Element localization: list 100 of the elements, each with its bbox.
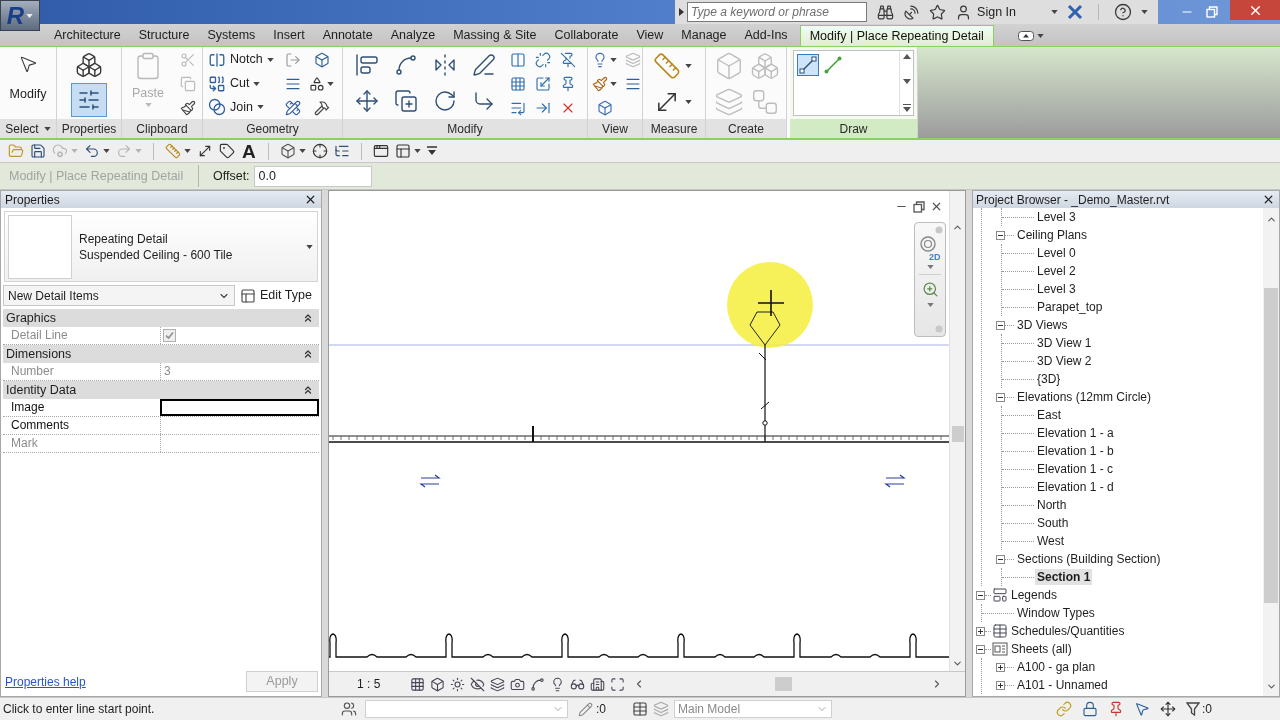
- search-field[interactable]: Type a keyword or phrase: [687, 2, 868, 22]
- hatch-grid-icon[interactable]: [410, 676, 426, 692]
- rotate-icon[interactable]: [433, 89, 457, 113]
- tree-item[interactable]: Elevation 1 - a: [1035, 425, 1116, 441]
- property-value-field[interactable]: [160, 399, 319, 416]
- overlap-circles-icon[interactable]: [208, 98, 226, 117]
- caret-icon[interactable]: [610, 58, 617, 62]
- gallery-up-icon[interactable]: [902, 54, 911, 59]
- tree-item[interactable]: A100 - ga plan: [1015, 659, 1098, 675]
- pencil-line-icon[interactable]: [472, 53, 496, 77]
- scrollbar[interactable]: [1263, 208, 1279, 696]
- pin-icon[interactable]: [560, 76, 576, 92]
- scrollbar-thumb[interactable]: [1264, 288, 1278, 603]
- text-tool-button[interactable]: A: [241, 141, 257, 161]
- customize-icon[interactable]: [426, 146, 437, 156]
- building-icon[interactable]: [590, 676, 606, 692]
- copy-plus-icon[interactable]: [394, 89, 418, 113]
- scroll-down-icon[interactable]: [952, 658, 963, 669]
- caret-icon[interactable]: [103, 149, 110, 153]
- curve-icon[interactable]: [530, 676, 546, 692]
- tree-item[interactable]: A101 - Unnamed: [1015, 677, 1110, 693]
- layers-icon[interactable]: [490, 676, 506, 692]
- tree-item[interactable]: Level 2: [1035, 263, 1078, 279]
- caret-icon[interactable]: [253, 81, 261, 86]
- collapse-icon[interactable]: [302, 348, 314, 360]
- cut-button[interactable]: Cut: [208, 74, 250, 93]
- sun-icon[interactable]: [450, 676, 466, 692]
- edit-type-icon[interactable]: [240, 287, 256, 304]
- gallery-expand-icon[interactable]: [902, 104, 911, 112]
- scrollbar-thumb[interactable]: [775, 677, 793, 691]
- pick-line-icon[interactable]: [822, 54, 844, 76]
- close-icon[interactable]: [930, 200, 943, 213]
- tree-item[interactable]: Elevation 1 - b: [1035, 443, 1116, 459]
- caret-icon[interactable]: [610, 82, 617, 86]
- panels-icon[interactable]: [394, 143, 411, 159]
- window-icon[interactable]: [372, 143, 389, 159]
- join-button[interactable]: Join: [208, 97, 253, 117]
- caret-icon[interactable]: [43, 126, 51, 131]
- properties-button[interactable]: [71, 83, 107, 117]
- caret-icon[interactable]: [926, 265, 934, 269]
- paintbrush-icon[interactable]: [180, 100, 196, 116]
- offset-field[interactable]: 0.0: [253, 165, 372, 187]
- curve-icon[interactable]: [394, 53, 418, 77]
- steering-wheel-button[interactable]: 2D: [919, 236, 941, 262]
- tree-item[interactable]: Level 3: [1035, 209, 1078, 225]
- caret-icon[interactable]: [298, 149, 306, 153]
- ribbon-tab[interactable]: Analyze: [381, 25, 445, 46]
- caret-icon[interactable]: [266, 57, 274, 62]
- pencil-icon[interactable]: [578, 701, 593, 717]
- tree-item[interactable]: Ceiling Plans: [1015, 227, 1090, 243]
- tree-item[interactable]: Elevations (12mm Circle): [1015, 389, 1154, 405]
- tree-item[interactable]: Level 3: [1035, 281, 1078, 297]
- tree-item[interactable]: West: [1035, 533, 1067, 549]
- crosshair-icon[interactable]: [311, 143, 328, 159]
- caret-icon[interactable]: [1036, 33, 1044, 38]
- instance-filter-dropdown[interactable]: New Detail Items: [3, 285, 235, 306]
- edit-type-button[interactable]: Edit Type: [238, 285, 314, 306]
- x-logo-icon[interactable]: [1067, 4, 1083, 20]
- expand-search-icon[interactable]: [679, 8, 685, 16]
- users-icon[interactable]: [341, 701, 357, 717]
- binoculars-icon[interactable]: [877, 3, 895, 21]
- sliders-icon[interactable]: [77, 88, 101, 112]
- collapse-icon[interactable]: [996, 320, 1005, 330]
- lines-icon[interactable]: [625, 76, 641, 92]
- camera-icon[interactable]: [510, 676, 526, 692]
- tree-item[interactable]: Window Types: [1015, 605, 1097, 621]
- caret-icon[interactable]: [184, 149, 191, 153]
- scale-icon[interactable]: [535, 76, 551, 92]
- lightbulb-icon[interactable]: [592, 52, 608, 68]
- table-icon[interactable]: [632, 701, 648, 717]
- help-icon[interactable]: [1114, 3, 1132, 21]
- expand-icon[interactable]: [976, 626, 985, 636]
- caret-icon[interactable]: [685, 100, 692, 104]
- satellite-dish-icon[interactable]: [903, 3, 921, 21]
- ribbon-tab[interactable]: Annotate: [313, 25, 382, 46]
- ribbon-tab[interactable]: View: [627, 25, 673, 46]
- collapse-icon[interactable]: [976, 590, 985, 600]
- group-header[interactable]: Dimensions: [3, 345, 319, 363]
- collapse-icon[interactable]: [302, 312, 314, 324]
- paintbrush-icon[interactable]: [592, 76, 608, 92]
- grid-icon[interactable]: [510, 76, 526, 92]
- tag-icon[interactable]: [219, 143, 235, 159]
- close-window-button[interactable]: [1230, 0, 1280, 20]
- ribbon-tab[interactable]: Architecture: [45, 25, 130, 46]
- collapse-icon[interactable]: [996, 392, 1005, 402]
- tree-item[interactable]: Sheets (all): [1009, 641, 1074, 657]
- caret-icon[interactable]: [256, 105, 264, 110]
- scroll-down-icon[interactable]: [1265, 681, 1277, 692]
- workset-field[interactable]: [365, 700, 568, 718]
- ribbon-tab[interactable]: Modify | Place Repeating Detail: [799, 25, 994, 46]
- tree-item[interactable]: Legends: [1009, 587, 1060, 603]
- collapse-icon[interactable]: [302, 384, 314, 396]
- ribbon-tab[interactable]: Systems: [198, 25, 265, 46]
- overlap-squares-icon[interactable]: [208, 74, 226, 93]
- cube-icon[interactable]: [430, 676, 446, 692]
- group-header[interactable]: Graphics: [3, 309, 319, 327]
- list-arrow-icon[interactable]: [510, 100, 526, 116]
- tree-item[interactable]: South: [1035, 515, 1071, 531]
- line-tool-icon[interactable]: [797, 54, 819, 76]
- lock-icon[interactable]: [1082, 701, 1098, 717]
